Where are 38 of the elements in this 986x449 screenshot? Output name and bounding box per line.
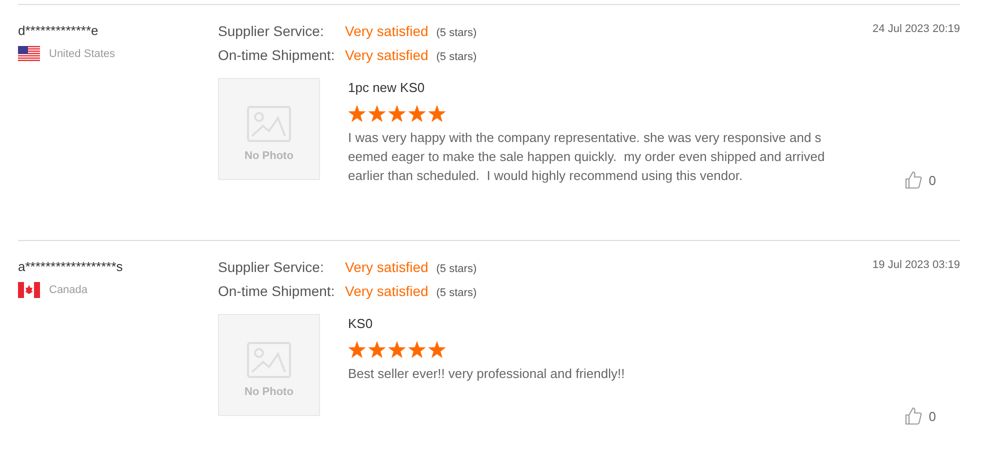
like-button[interactable]: 0	[904, 407, 936, 425]
star-icon	[428, 341, 446, 358]
review-date: 24 Jul 2023 20:19	[872, 23, 960, 35]
rating-label: Supplier Service:	[218, 259, 325, 275]
country-name: United States	[49, 48, 116, 60]
rating-label: On-time Shipment:	[218, 283, 336, 299]
star-icon	[368, 105, 386, 122]
rating-note: (5 stars)	[436, 263, 477, 275]
star-icon	[408, 105, 426, 122]
buyer-name: d*************e	[18, 23, 100, 38]
rating-value: Very satisfied	[345, 23, 428, 39]
rating-note: (5 stars)	[436, 27, 477, 39]
star-icon	[388, 341, 406, 358]
buyer-name: a******************s	[18, 259, 124, 274]
product-name: 1pc new KS0	[348, 80, 426, 95]
flag-icon	[18, 282, 40, 298]
like-button[interactable]: 0	[904, 171, 936, 189]
review-text: I was very happy with the company representative. she was very responsive and s eemed eager to make the sale happen quickly. my order even shipped and arrived earlier than scheduled. I would highly recommend using this vendor.	[348, 129, 825, 185]
star-icon	[388, 105, 406, 122]
rating-value: Very satisfied	[345, 283, 428, 299]
star-icon	[348, 105, 366, 122]
photo-caption: No Photo	[244, 386, 294, 398]
review-date: 19 Jul 2023 03:19	[872, 259, 960, 271]
star-icon	[428, 105, 446, 122]
product-name: KS0	[348, 316, 374, 331]
rating-label: On-time Shipment:	[218, 47, 336, 63]
country-name: Canada	[49, 284, 88, 296]
rating-label: Supplier Service:	[218, 23, 325, 39]
flag-icon	[18, 46, 40, 62]
review-text: Best seller ever!! very professional and friendly!!	[348, 365, 625, 383]
rating-value: Very satisfied	[345, 259, 428, 275]
photo-caption: No Photo	[244, 150, 294, 162]
rating-value: Very satisfied	[345, 47, 428, 63]
rating-note: (5 stars)	[436, 287, 477, 299]
star-icon	[368, 341, 386, 358]
star-icon	[408, 341, 426, 358]
star-icon	[348, 341, 366, 358]
rating-note: (5 stars)	[436, 51, 477, 63]
